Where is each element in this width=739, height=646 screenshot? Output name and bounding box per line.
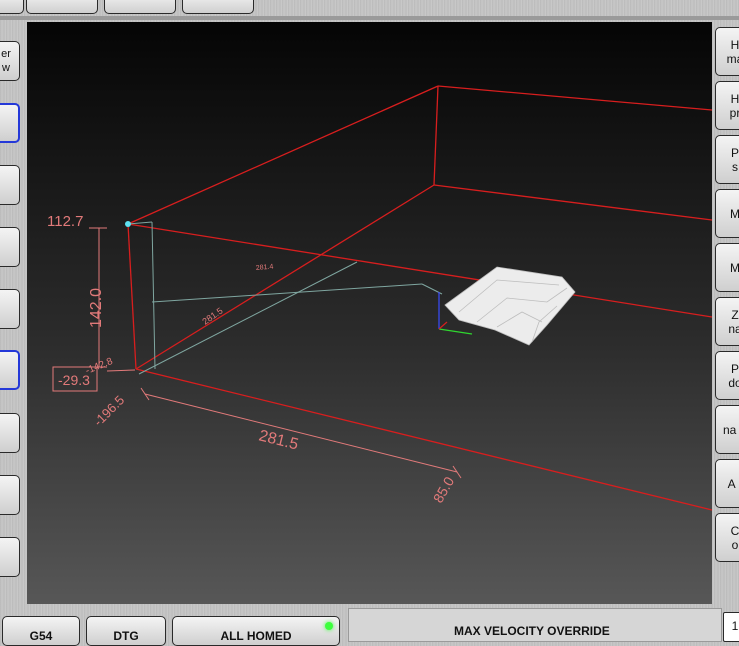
dim-diag-b: 281.4 bbox=[256, 263, 274, 272]
right-button-5[interactable]: M bbox=[715, 243, 739, 292]
max-velocity-override-title: MAX VELOCITY OVERRIDE bbox=[454, 624, 610, 638]
toolpath-3d-viewport[interactable]: 112.7 142.0 -29.3 -142.8 -196.5 281.5 85… bbox=[27, 22, 712, 604]
bottom-status-bar: G54 DTG ALL HOMED MAX VELOCITY OVERRIDE … bbox=[0, 606, 739, 646]
dim-y-min: -196.5 bbox=[91, 392, 128, 429]
dtg-button[interactable]: DTG bbox=[86, 616, 166, 646]
viewport-canvas[interactable]: 112.7 142.0 -29.3 -142.8 -196.5 281.5 85… bbox=[27, 22, 712, 604]
right-button-4[interactable]: M bbox=[715, 189, 739, 238]
dim-x-max: 85.0 bbox=[430, 474, 458, 506]
tool-button-7[interactable] bbox=[0, 475, 20, 515]
dim-z-max: 112.7 bbox=[47, 213, 83, 230]
dimension-labels: 112.7 142.0 -29.3 -142.8 -196.5 281.5 85… bbox=[47, 213, 457, 506]
top-toolbar-button-3[interactable] bbox=[104, 0, 176, 14]
dim-diag-a: 281.5 bbox=[200, 306, 224, 327]
right-button-10[interactable]: C o bbox=[715, 513, 739, 562]
tool-button-4[interactable] bbox=[0, 289, 20, 329]
homed-led-icon bbox=[325, 622, 333, 630]
tool-position-marker bbox=[125, 221, 131, 227]
right-button-9[interactable]: A r bbox=[715, 459, 739, 508]
top-toolbar-button-2[interactable] bbox=[26, 0, 98, 14]
right-button-2[interactable]: H pr bbox=[715, 81, 739, 130]
right-button-3[interactable]: P s bbox=[715, 135, 739, 184]
dim-z-min: -29.3 bbox=[58, 372, 90, 388]
g54-button[interactable]: G54 bbox=[2, 616, 80, 646]
tool-button-3[interactable] bbox=[0, 227, 20, 267]
toolpath-lines bbox=[127, 221, 443, 375]
toolbar-divider bbox=[0, 16, 739, 20]
right-button-8[interactable]: na Z bbox=[715, 405, 739, 454]
right-button-6[interactable]: Z na bbox=[715, 297, 739, 346]
dim-z-span: 142.0 bbox=[88, 288, 105, 328]
tool-button-5[interactable] bbox=[0, 350, 20, 390]
top-toolbar-button-1[interactable] bbox=[0, 0, 24, 14]
top-toolbar-button-4[interactable] bbox=[182, 0, 254, 14]
right-button-7[interactable]: P do bbox=[715, 351, 739, 400]
tool-button-8[interactable] bbox=[0, 537, 20, 577]
tool-button-2[interactable] bbox=[0, 165, 20, 205]
view-button[interactable]: er w bbox=[0, 41, 20, 81]
tool-button-1[interactable] bbox=[0, 103, 20, 143]
override-value-field[interactable]: 1 bbox=[723, 612, 739, 642]
tool-button-6[interactable] bbox=[0, 413, 20, 453]
right-button-1[interactable]: H ma bbox=[715, 27, 739, 76]
all-homed-indicator: ALL HOMED bbox=[172, 616, 340, 646]
